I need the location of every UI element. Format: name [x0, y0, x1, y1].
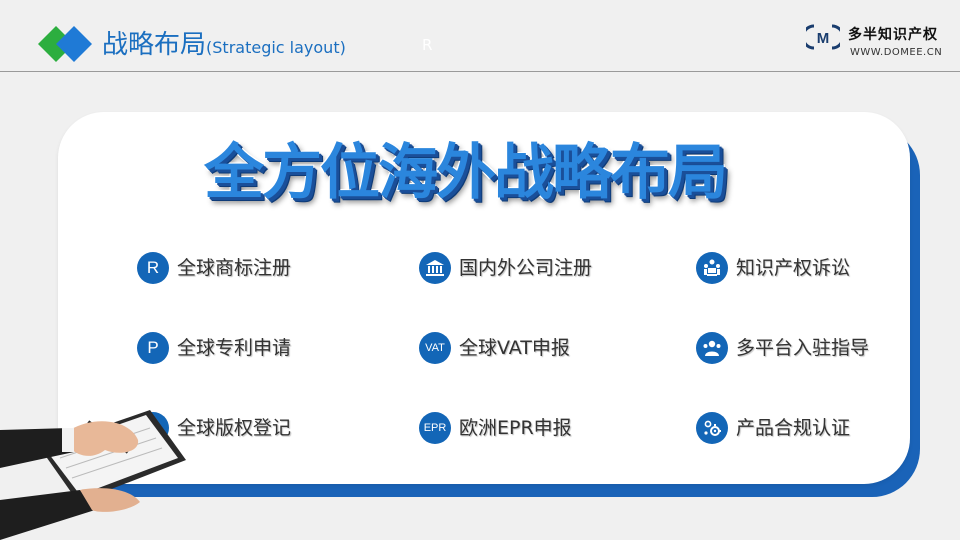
headline-3d-text: 全方位海外战略布局 [204, 138, 728, 208]
title-chinese: 战略布局 [102, 30, 207, 60]
stray-mark: R [422, 36, 433, 54]
service-label: 国内外公司注册 [459, 257, 593, 279]
epr-icon: EPR [419, 412, 451, 444]
brand-m-icon: M [806, 24, 840, 50]
service-label: 全球专利申请 [177, 337, 292, 359]
letter-r-icon: R [137, 252, 169, 284]
building-icon [419, 252, 451, 284]
service-label: 全球VAT申报 [459, 337, 570, 359]
service-label: 多平台入驻指导 [736, 337, 870, 359]
page-title: 战略布局(Strategic layout) [102, 28, 346, 65]
gears-icon [696, 412, 728, 444]
header-divider [0, 71, 960, 72]
brand-name: 多半知识产权 [848, 27, 938, 43]
hand-writing-clipboard-illustration [0, 410, 186, 540]
brand-block: M 多半知识产权 WWW.DOMEE.CN [806, 22, 956, 66]
service-label: 全球商标注册 [177, 257, 292, 279]
vat-icon: VAT [419, 332, 451, 364]
meeting-icon [696, 252, 728, 284]
service-label: 欧洲EPR申报 [459, 417, 572, 439]
title-english: (Strategic layout) [206, 38, 346, 57]
brand-logo-letter: M [817, 30, 830, 47]
service-label: 知识产权诉讼 [736, 257, 851, 279]
letter-p-icon: P [137, 332, 169, 364]
diamond-logo-icon [38, 26, 92, 62]
people-icon [696, 332, 728, 364]
service-label: 产品合规认证 [736, 417, 851, 439]
brand-url: WWW.DOMEE.CN [850, 47, 943, 58]
slide-header: 战略布局(Strategic layout) R M 多半知识产权 WWW.DO… [0, 0, 960, 72]
